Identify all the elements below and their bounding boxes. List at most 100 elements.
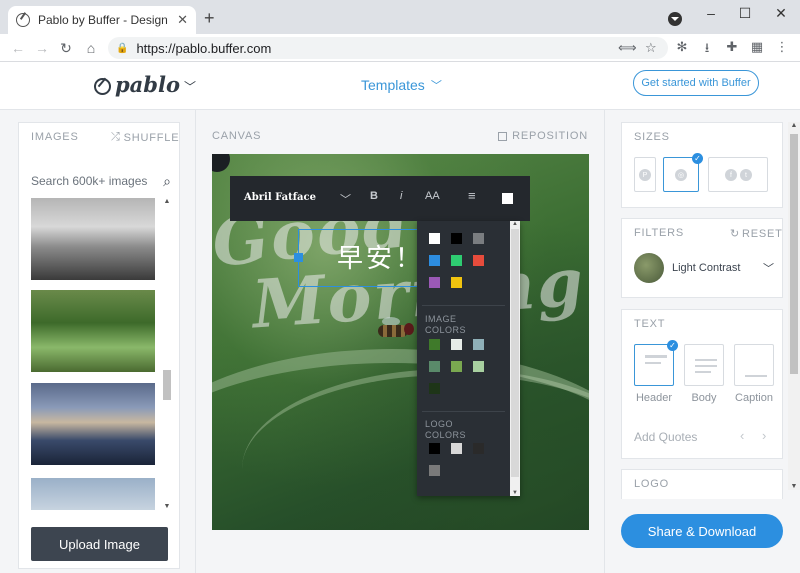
- search-placeholder: Search 600k+ images: [31, 174, 148, 188]
- browser-tab[interactable]: Pablo by Buffer - Design engag ✕: [8, 6, 196, 34]
- browser-tab-bar: Pablo by Buffer - Design engag ✕ + – ☐ ✕: [0, 0, 800, 34]
- upload-image-button[interactable]: Upload Image: [31, 527, 168, 561]
- tab-close-icon[interactable]: ✕: [177, 12, 188, 28]
- text-size-button[interactable]: AA: [425, 190, 440, 202]
- canvas-section-title: CANVAS: [212, 130, 262, 142]
- lock-icon[interactable]: 🔒: [116, 43, 128, 54]
- color-swatch[interactable]: [429, 255, 440, 266]
- color-picker-dropdown: IMAGE COLORS LOGO COLORS ▲ ▼: [417, 221, 520, 496]
- chevron-left-icon[interactable]: ‹: [740, 428, 744, 443]
- maximize-button[interactable]: ☐: [728, 0, 762, 26]
- text-style-header[interactable]: ✓: [634, 340, 678, 386]
- scroll-down-icon[interactable]: ▼: [163, 503, 171, 510]
- download-icon[interactable]: ⭳: [698, 39, 716, 61]
- extensions-puzzle-icon[interactable]: ✚: [723, 39, 741, 55]
- color-swatch[interactable]: [451, 255, 462, 266]
- share-download-button[interactable]: Share & Download: [621, 514, 783, 548]
- images-scrollbar[interactable]: ▲ ▼: [163, 198, 171, 510]
- reposition-button[interactable]: REPOSITION: [498, 130, 588, 142]
- tab-title: Pablo by Buffer - Design engag: [38, 13, 171, 27]
- pablo-logo-icon: [94, 77, 111, 95]
- align-button[interactable]: ≡: [468, 188, 476, 203]
- color-swatch[interactable]: [429, 339, 440, 350]
- image-search-input[interactable]: Search 600k+ images ⌕: [31, 171, 171, 191]
- color-swatch[interactable]: [429, 233, 440, 244]
- bookmark-star-icon[interactable]: ☆: [645, 40, 657, 56]
- italic-button[interactable]: i: [400, 190, 402, 202]
- color-swatch[interactable]: [429, 361, 440, 372]
- overlay-text[interactable]: 早安！: [337, 238, 424, 275]
- color-swatch[interactable]: [429, 277, 440, 288]
- size-instagram[interactable]: ◎ ✓: [663, 153, 703, 192]
- scroll-down-icon[interactable]: ▼: [788, 483, 800, 490]
- thumbnail-mountain[interactable]: [31, 478, 155, 510]
- filter-dropdown[interactable]: Light Contrast ﹀: [634, 253, 774, 283]
- images-panel: IMAGES ⤮ SHUFFLE Search 600k+ images ⌕ ▲…: [0, 110, 196, 573]
- color-swatch[interactable]: [473, 361, 484, 372]
- check-icon: ✓: [667, 340, 678, 351]
- chevron-right-icon[interactable]: ›: [762, 428, 766, 443]
- size-pinterest[interactable]: P: [634, 157, 656, 192]
- browser-menu-icon[interactable]: ⋮: [773, 39, 791, 55]
- profile-avatar-icon[interactable]: ▦: [748, 39, 766, 55]
- color-swatch[interactable]: [473, 339, 484, 350]
- selected-text-box[interactable]: 早安！: [294, 229, 428, 287]
- text-style-caption[interactable]: [734, 344, 774, 386]
- scroll-down-icon[interactable]: ▼: [510, 490, 520, 496]
- reset-filter-button[interactable]: ↻ RESET: [730, 227, 783, 241]
- templates-menu[interactable]: Templates ﹀: [361, 77, 442, 93]
- size-facebook-twitter[interactable]: f t: [708, 157, 768, 192]
- templates-label: Templates: [361, 77, 425, 93]
- design-canvas[interactable]: Good Morning 早安！ Abril Fatface ﹀ B i AA …: [212, 154, 589, 530]
- font-selector[interactable]: Abril Fatface: [244, 192, 316, 203]
- get-started-button[interactable]: Get started with Buffer: [633, 70, 759, 96]
- scroll-up-icon[interactable]: ▲: [510, 221, 520, 227]
- color-picker-scrollbar[interactable]: ▲ ▼: [510, 221, 520, 496]
- shuffle-button[interactable]: ⤮ SHUFFLE: [111, 131, 179, 144]
- close-window-button[interactable]: ✕: [764, 0, 798, 26]
- color-swatch[interactable]: [473, 443, 484, 454]
- scrollbar-thumb[interactable]: [163, 370, 171, 400]
- thumbnail-beach[interactable]: [31, 198, 155, 280]
- color-swatch[interactable]: [473, 255, 484, 266]
- color-swatch[interactable]: [473, 233, 484, 244]
- color-swatch[interactable]: [429, 465, 440, 476]
- translate-icon[interactable]: ⟺: [618, 40, 637, 56]
- thumbnail-plant[interactable]: [31, 290, 155, 372]
- color-swatch[interactable]: [451, 277, 462, 288]
- text-color-swatch[interactable]: [502, 193, 513, 204]
- resize-handle[interactable]: [294, 253, 303, 262]
- thumbnail-sunset[interactable]: [31, 383, 155, 465]
- scroll-up-icon[interactable]: ▲: [163, 198, 171, 205]
- color-swatch[interactable]: [451, 339, 462, 350]
- home-icon[interactable]: ⌂: [81, 38, 101, 58]
- sizes-card: SIZES P ◎ ✓ f t: [621, 122, 783, 208]
- scroll-up-icon[interactable]: ▲: [788, 122, 800, 129]
- minimize-button[interactable]: –: [694, 0, 728, 26]
- scrollbar-thumb[interactable]: [511, 229, 519, 477]
- reload-icon[interactable]: ↻: [56, 38, 76, 58]
- color-swatch[interactable]: [451, 361, 462, 372]
- address-bar[interactable]: 🔒 https://pablo.buffer.com ⟺ ☆: [108, 37, 668, 59]
- color-swatch[interactable]: [451, 233, 462, 244]
- chevron-down-icon[interactable]: ﹀: [184, 78, 196, 95]
- back-icon[interactable]: ←: [8, 38, 28, 58]
- settings-scrollbar[interactable]: ▲ ▼: [788, 122, 800, 490]
- extension-icon[interactable]: ✻: [673, 39, 691, 55]
- profile-menu-icon[interactable]: [668, 12, 682, 26]
- color-swatch[interactable]: [429, 443, 440, 454]
- divider: [422, 411, 505, 412]
- reset-icon: ↻: [730, 228, 741, 240]
- text-style-body[interactable]: [684, 344, 724, 386]
- chevron-down-icon[interactable]: ﹀: [340, 191, 351, 207]
- color-swatch[interactable]: [429, 383, 440, 394]
- filters-card: FILTERS ↻ RESET Light Contrast ﹀: [621, 218, 783, 298]
- url-text[interactable]: https://pablo.buffer.com: [136, 41, 271, 56]
- bold-button[interactable]: B: [370, 190, 378, 202]
- new-tab-button[interactable]: +: [204, 8, 215, 29]
- forward-icon[interactable]: →: [32, 38, 52, 58]
- search-icon[interactable]: ⌕: [163, 173, 171, 190]
- color-swatch[interactable]: [451, 443, 462, 454]
- pablo-logo[interactable]: pablo ﹀: [94, 72, 196, 97]
- scrollbar-thumb[interactable]: [790, 134, 798, 374]
